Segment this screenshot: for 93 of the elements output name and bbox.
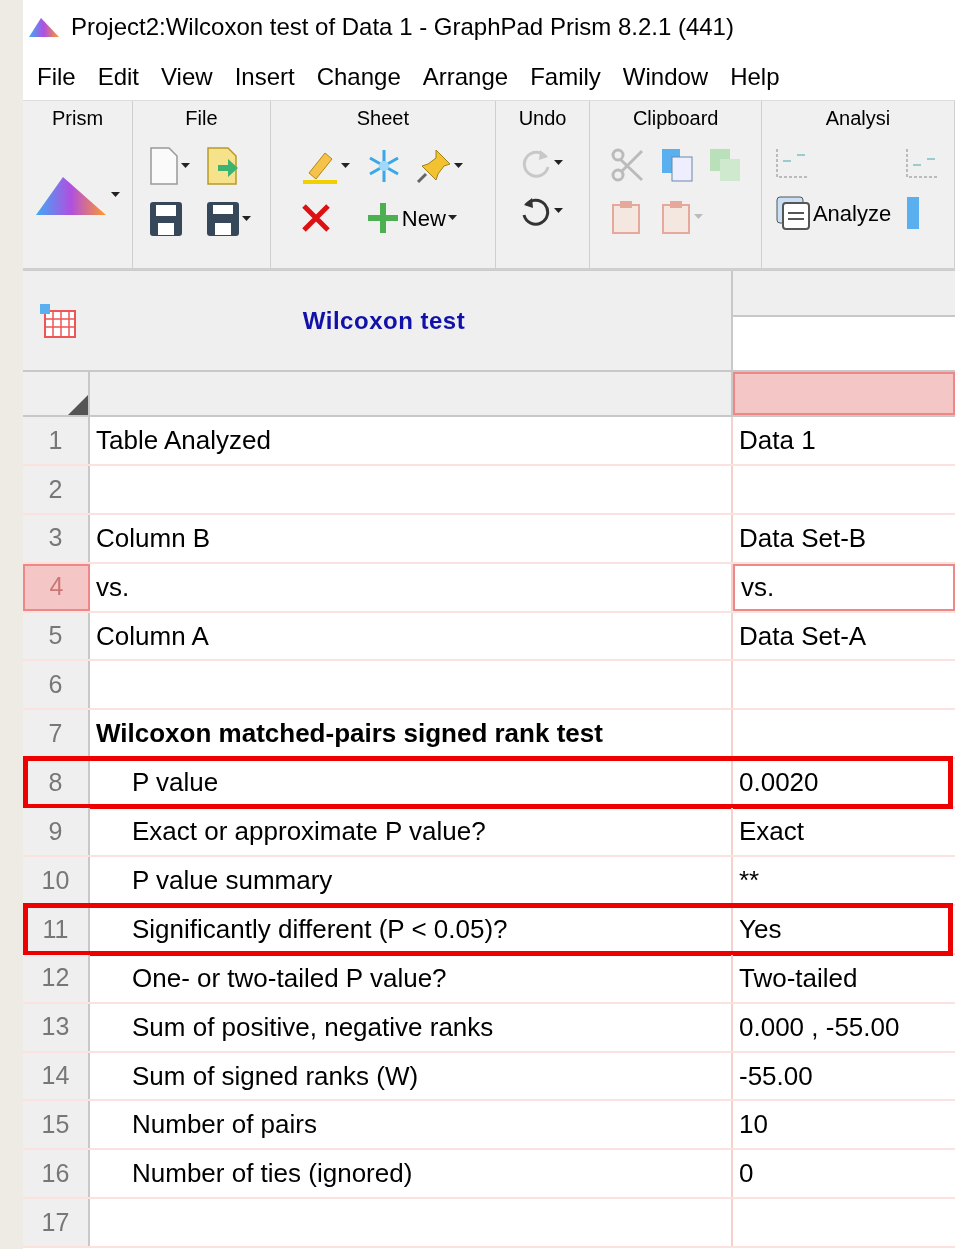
- value-cell-text: Data 1: [738, 423, 817, 457]
- row-number[interactable]: 3: [23, 514, 90, 562]
- ribbon-group-label: Prism: [51, 106, 104, 131]
- menu-item[interactable]: Arrange: [414, 58, 523, 95]
- ribbon-group-label: Clipboard: [632, 106, 719, 131]
- row-label: Number of pairs: [90, 1101, 733, 1149]
- menu-item[interactable]: Change: [308, 58, 415, 95]
- row-number[interactable]: 16: [23, 1150, 90, 1198]
- caret-icon: [693, 214, 705, 220]
- row-number[interactable]: 13: [23, 1003, 90, 1051]
- new-icon: [365, 201, 400, 235]
- menu-item[interactable]: Family: [522, 58, 615, 95]
- value-cell-text: Exact: [738, 815, 806, 849]
- menu-item[interactable]: Window: [614, 58, 723, 95]
- menu-item[interactable]: Insert: [226, 58, 309, 95]
- copy-icon: [659, 147, 694, 183]
- paste-link-button[interactable]: [707, 147, 742, 183]
- value-cell-text: 0.0020: [738, 766, 820, 800]
- row-number[interactable]: 14: [23, 1052, 90, 1100]
- menu-item[interactable]: Help: [722, 58, 794, 95]
- window-title: Project2:Wilcoxon test of Data 1 - GraphPad Prism 8.2.1 (441): [71, 11, 734, 42]
- scissors-icon-icon: [609, 147, 646, 183]
- value-cell-text: 10: [738, 1108, 769, 1142]
- value-cell-text: 0.000 , -55.00: [738, 1010, 901, 1044]
- row-number[interactable]: 5: [23, 612, 90, 660]
- ribbon-group-label: Sheet: [356, 106, 409, 131]
- row-number[interactable]: 7: [23, 710, 90, 758]
- new-file-button[interactable]: [149, 147, 193, 185]
- ribbon-group-label: Analysi: [825, 106, 891, 131]
- save-as-icon: [206, 201, 241, 237]
- value-cell-text: -55.00: [738, 1059, 814, 1093]
- row-label: vs.: [90, 563, 733, 611]
- delete-icon: [300, 203, 331, 233]
- row-number[interactable]: 12: [23, 954, 90, 1002]
- analyze-button[interactable]: Analyze: [774, 195, 892, 231]
- row-label: Column A: [90, 612, 733, 660]
- caret-icon: [340, 163, 352, 169]
- row-label: Table Analyzed: [90, 417, 733, 464]
- save-icon: [149, 201, 184, 237]
- row-number[interactable]: 4: [23, 563, 90, 611]
- row-number[interactable]: 10: [23, 857, 90, 904]
- row-label: P value summary: [90, 857, 733, 904]
- row-label: Column B: [90, 514, 733, 562]
- value-cell-text: **: [738, 863, 761, 897]
- menu-item[interactable]: File: [29, 58, 90, 95]
- redo-button[interactable]: [520, 147, 566, 179]
- row-number[interactable]: 15: [23, 1101, 90, 1149]
- value-cell-text: Data Set-A: [738, 619, 868, 653]
- pin-icon: [415, 148, 452, 184]
- new-button[interactable]: New: [365, 201, 465, 235]
- row-number[interactable]: 9: [23, 808, 90, 855]
- sheet-title: Wilcoxon test: [301, 305, 467, 336]
- copy-button[interactable]: [659, 147, 694, 183]
- value-cell: vs.: [733, 563, 955, 611]
- value-cell-text: Data Set-B: [738, 521, 868, 555]
- undo-button[interactable]: [520, 195, 566, 227]
- caret-icon: [453, 163, 465, 169]
- ribbon-group-label: Undo: [518, 106, 567, 131]
- row-number[interactable]: 17: [23, 1199, 90, 1247]
- row-label: Wilcoxon matched-pairs signed rank test: [90, 710, 733, 758]
- paste-icon: [609, 199, 642, 235]
- paste-special-icon: [659, 199, 692, 235]
- caret-icon: [181, 163, 193, 169]
- row-label: P value: [90, 759, 733, 807]
- analyze-icon: [774, 195, 811, 231]
- row-label: Significantly different (P < 0.05)?: [90, 905, 733, 953]
- scissors-icon[interactable]: [609, 147, 646, 183]
- new-file-icon: [149, 147, 180, 185]
- value-cell-text: Yes: [738, 912, 783, 946]
- value-cell-text: Two-tailed: [738, 961, 859, 995]
- row-label: Exact or approximate P value?: [90, 808, 733, 855]
- caret-icon: [554, 208, 566, 214]
- row-label: One- or two-tailed P value?: [90, 954, 733, 1002]
- caret-icon: [242, 216, 254, 222]
- caret-icon: [447, 215, 459, 221]
- ribbon-group-label: File: [185, 106, 218, 131]
- row-number[interactable]: 6: [23, 661, 90, 709]
- column-header[interactable]: [733, 372, 955, 415]
- row-number[interactable]: 2: [23, 465, 90, 513]
- value-cell-text: 0: [738, 1157, 755, 1191]
- corner-triangle-icon: [68, 395, 88, 415]
- column-title-field[interactable]: [733, 317, 955, 370]
- row-label: Number of ties (ignored): [90, 1150, 733, 1198]
- pin-button[interactable]: [415, 148, 465, 184]
- row-number[interactable]: 1: [23, 417, 90, 464]
- menu-item[interactable]: View: [153, 58, 227, 95]
- caret-icon: [554, 160, 566, 166]
- menu-item[interactable]: Edit: [89, 58, 154, 95]
- caret-icon: [111, 192, 122, 198]
- row-label: Sum of positive, negative ranks: [90, 1003, 733, 1051]
- row-label: Sum of signed ranks (W): [90, 1052, 733, 1100]
- save-as-button[interactable]: [206, 201, 254, 237]
- paste-link-icon: [707, 147, 742, 183]
